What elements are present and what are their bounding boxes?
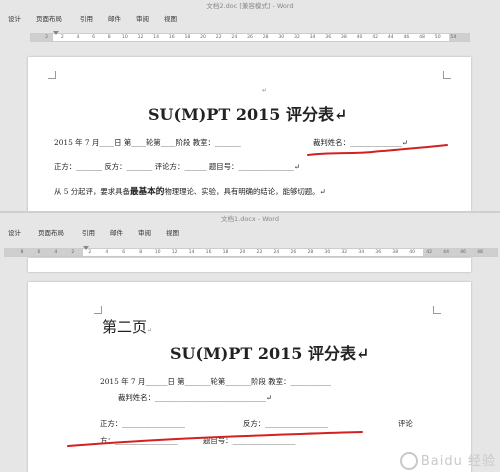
ruler-tick-label: 46	[460, 250, 466, 255]
ruler-tick-label: 4	[54, 250, 58, 255]
tab-page-layout[interactable]: 页面布局	[36, 13, 62, 26]
window-title: 文档1.docx - Word	[221, 215, 279, 223]
ruler-tick-label: 30	[278, 35, 285, 40]
ruler-tick-label: 2	[60, 35, 64, 40]
ruler-tick-label: 2	[88, 250, 92, 255]
ruler-tick-label: 28	[307, 250, 314, 255]
ruler-tick-label: 16	[205, 250, 212, 255]
ruler-tick-label: 6	[37, 250, 41, 255]
ruler-tick-label: 46	[403, 35, 410, 40]
ruler-tick-label: 16	[168, 35, 175, 40]
tab-view[interactable]: 视图	[164, 13, 177, 26]
tab-references[interactable]: 引用	[80, 13, 93, 26]
ruler-tick-label: 14	[188, 250, 195, 255]
ruler-tick-label: 32	[293, 35, 300, 40]
ruler-tick-label: 48	[477, 250, 483, 255]
tab-design[interactable]: 设计	[8, 227, 21, 240]
ruler-tick-label: 40	[409, 250, 416, 255]
ruler-tick-label: 22	[215, 35, 222, 40]
ruler-tick-label: 18	[184, 35, 191, 40]
ruler-tick-label: 10	[154, 250, 161, 255]
document-canvas[interactable]: 第二页↵ SU(M)PT 2015 评分表↵ 2015 年 7 月______日…	[0, 258, 500, 472]
ruler-tick-label: 38	[340, 35, 347, 40]
ruler-tick-label: 34	[309, 35, 316, 40]
red-annotation-underline	[307, 144, 448, 156]
tab-review[interactable]: 审阅	[136, 13, 149, 26]
tab-mailings[interactable]: 邮件	[110, 227, 123, 240]
ruler-tick-label: 44	[443, 250, 450, 255]
ruler-tick-label: 8	[139, 250, 143, 255]
ruler-tick-label: 4	[105, 250, 109, 255]
ruler-tick-label: 32	[341, 250, 348, 255]
watermark: Baidu 经验	[399, 450, 496, 470]
tab-references[interactable]: 引用	[82, 227, 95, 240]
ruler-tick-label: 22	[256, 250, 263, 255]
tab-view[interactable]: 视图	[166, 227, 179, 240]
ruler-tick-label: 30	[324, 250, 331, 255]
ruler-tick-label: 4	[76, 35, 80, 40]
ruler-tick-label: 48	[419, 35, 425, 40]
ruler-tick-label: 2	[45, 35, 49, 40]
ribbon-tabs: 设计 页面布局 引用 邮件 审阅 视图	[0, 13, 500, 26]
ruler-tick-label: 20	[200, 35, 206, 40]
tab-mailings[interactable]: 邮件	[108, 13, 121, 26]
ruler-tick-label: 42	[426, 250, 433, 255]
ruler-tick-label: 44	[387, 35, 394, 40]
ruler-tick-label: 38	[392, 250, 399, 255]
ruler-tick-label: 34	[358, 250, 365, 255]
ruler-tick-label: 8	[20, 250, 24, 255]
ruler-tick-label: 40	[356, 35, 363, 40]
ruler-tick-label: 24	[273, 250, 280, 255]
ruler-tick-label: 50	[434, 35, 441, 40]
tab-design[interactable]: 设计	[8, 13, 21, 26]
ruler-tick-label: 12	[137, 35, 144, 40]
word-window-bottom: 文档1.docx - Word 设计 页面布局 引用 邮件 审阅 视图 8642…	[0, 211, 500, 472]
window-title: 文档2.doc [兼容模式] - Word	[206, 2, 294, 10]
watermark-logo-icon	[399, 452, 418, 470]
tab-review[interactable]: 审阅	[138, 227, 151, 240]
horizontal-ruler[interactable]: 8 6 4 2 2 4 6 8 10 12 14 16 18 20 22 24 26 28 30 32 34 36 38 40…	[4, 246, 498, 257]
red-annotation-underline	[67, 431, 363, 447]
ruler-tick-label: 24	[231, 35, 238, 40]
ruler-margin-left	[31, 34, 53, 41]
ruler-tick-label: 28	[262, 35, 269, 40]
ruler-tick-label: 12	[171, 250, 178, 255]
ruler-tick-label: 20	[239, 250, 246, 255]
ruler-tick-label: 26	[290, 250, 297, 255]
ruler-tick-label: 6	[92, 35, 96, 40]
ruler-tick-label: 42	[372, 35, 379, 40]
ruler-tick-label: 54	[450, 35, 457, 40]
ruler-tick-label: 26	[247, 35, 253, 40]
ruler-tick-label: 36	[325, 35, 332, 40]
indent-marker[interactable]	[53, 31, 59, 35]
ruler-tick-label: 8	[107, 35, 111, 40]
horizontal-ruler[interactable]: 2 2 4 6 8 10 12 14 16 18 20 22 24 26 28 30 32 34 36 38 40 42 4…	[30, 31, 470, 42]
watermark-text: Baidu 经验	[420, 453, 496, 469]
ribbon-tabs: 设计 页面布局 引用 邮件 审阅 视图	[0, 227, 500, 240]
ruler-tick-label: 10	[121, 35, 128, 40]
ruler-tick-label: 2	[71, 250, 75, 255]
ruler-tick-label: 36	[375, 250, 382, 255]
tab-page-layout[interactable]: 页面布局	[38, 227, 64, 240]
document-canvas[interactable]: ↵ SU(M)PT 2015 评分表↵ 2015 年 7 月____日 第___…	[0, 46, 500, 213]
ruler-tick-label: 18	[222, 250, 229, 255]
ruler-tick-label: 14	[153, 35, 160, 40]
ruler-tick-label: 6	[122, 250, 126, 255]
word-window-top: 文档2.doc [兼容模式] - Word 设计 页面布局 引用 邮件 审阅 视…	[0, 0, 500, 213]
